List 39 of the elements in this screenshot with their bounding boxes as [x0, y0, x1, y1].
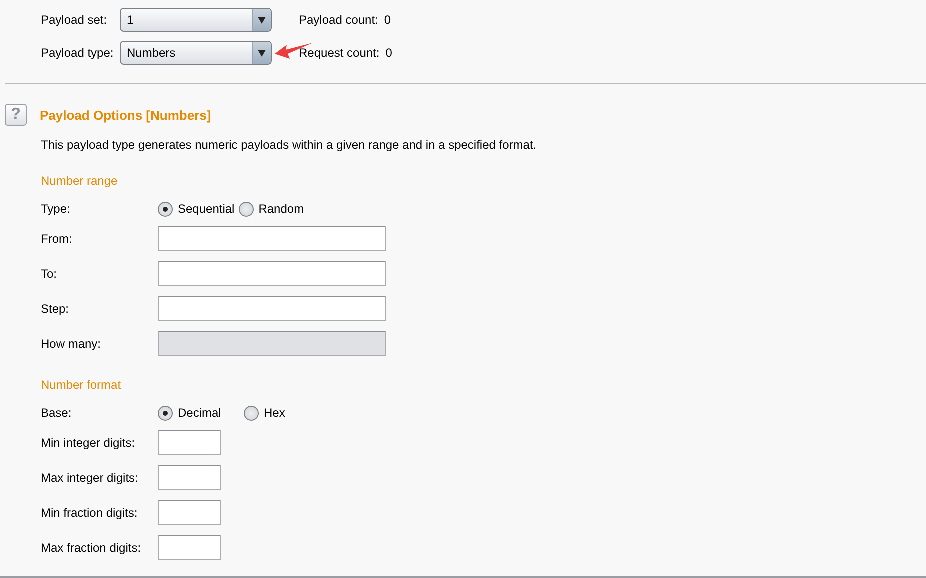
field-label: From:: [41, 232, 74, 246]
input-field[interactable]: [158, 261, 386, 286]
input-field[interactable]: [158, 226, 386, 251]
input-field[interactable]: [158, 296, 386, 321]
field-label: Step:: [41, 302, 70, 316]
group-heading: Number format: [41, 378, 122, 392]
count-label: Request count:: [299, 46, 380, 60]
radio-button[interactable]: [238, 202, 254, 216]
radio-option[interactable]: Random: [238, 202, 304, 216]
field-label: To:: [41, 266, 58, 280]
dropdown[interactable]: 1: [120, 8, 272, 32]
field-label: Payload type:: [41, 46, 115, 60]
radio-button[interactable]: [244, 406, 259, 420]
input-field[interactable]: [158, 535, 221, 560]
field-label: Max integer digits:: [41, 470, 140, 484]
description-text: This payload type generates numeric payloads within a given range and in a specified format.: [40, 138, 538, 152]
field-label: Max fraction digits:: [41, 540, 142, 554]
radio-option[interactable]: Hex: [244, 406, 330, 420]
input-field[interactable]: [158, 465, 221, 490]
field-label: Base:: [41, 406, 73, 420]
field-label: Min fraction digits:: [41, 506, 139, 520]
input-field[interactable]: [158, 430, 221, 455]
input-field[interactable]: [158, 500, 221, 525]
section-title: Payload Options [Numbers]: [40, 108, 212, 122]
field-label: Payload set:: [41, 13, 108, 27]
radio-option[interactable]: Sequential: [158, 202, 235, 216]
field-label: How many:: [41, 336, 102, 350]
caret-icon: [258, 16, 266, 24]
group-heading: Number range: [41, 174, 119, 188]
radio-option[interactable]: Decimal: [158, 406, 244, 420]
field-label: Type:: [41, 202, 72, 216]
caret-icon: [258, 50, 266, 56]
dropdown[interactable]: Numbers: [120, 41, 272, 65]
count-value: 0: [386, 46, 392, 60]
count-label: Payload count:: [299, 13, 378, 27]
radio-button[interactable]: [158, 202, 173, 216]
count-value: 0: [384, 13, 392, 27]
radio-button[interactable]: [158, 406, 173, 420]
field-label: Min integer digits:: [41, 436, 136, 450]
